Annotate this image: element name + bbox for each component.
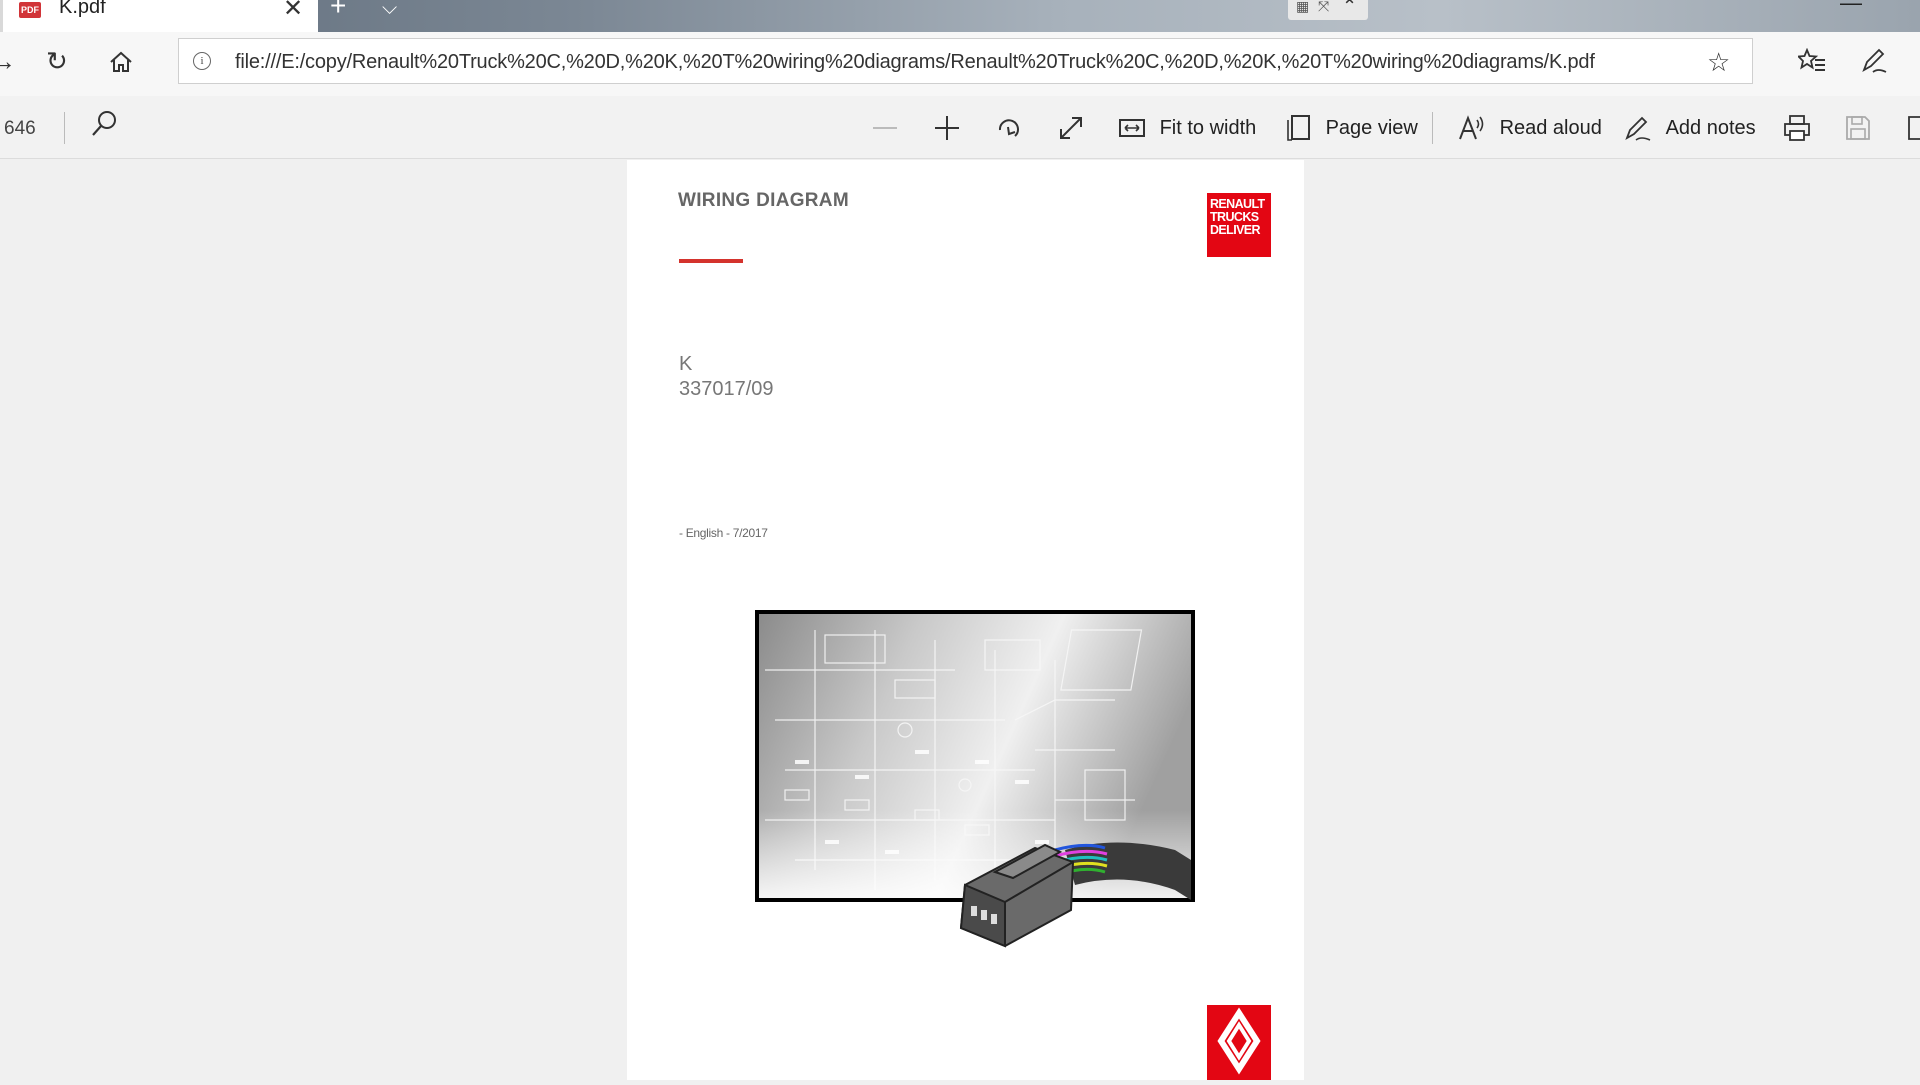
fit-to-width-button[interactable]: Fit to width — [1118, 110, 1256, 144]
add-notes-button[interactable]: Add notes — [1624, 110, 1756, 144]
tab-title: K.pdf — [59, 0, 106, 18]
window-minimize-button[interactable]: — — [1840, 0, 1862, 16]
save-as-icon — [1908, 115, 1920, 140]
page-view-button[interactable]: Page view — [1286, 110, 1418, 144]
grid-icon[interactable]: ▦ — [1296, 0, 1309, 15]
document-model: K — [679, 353, 693, 375]
read-aloud-label: Read aloud — [1499, 116, 1602, 139]
zoom-in-button[interactable] — [932, 110, 962, 144]
document-code: 337017/09 — [679, 378, 774, 400]
print-button[interactable] — [1782, 110, 1812, 144]
toolbar-divider — [64, 112, 65, 144]
browser-tab-active[interactable]: PDF K.pdf ✕ — [0, 0, 318, 32]
fullscreen-button[interactable] — [1056, 110, 1086, 144]
favorite-star-icon[interactable]: ☆ — [1707, 47, 1730, 78]
chevron-up-icon[interactable]: ⌃ — [1342, 0, 1357, 17]
brand-line: DELIVER — [1210, 223, 1261, 237]
fit-width-icon — [1119, 118, 1145, 137]
pdf-page: WIRING DIAGRAM RENAULT TRUCKS DELIVER K … — [627, 160, 1304, 1080]
document-language-date: - English - 7/2017 — [679, 526, 768, 540]
document-title: WIRING DIAGRAM — [678, 190, 849, 211]
home-icon[interactable] — [108, 50, 134, 80]
wiring-diagram-cover-image — [755, 610, 1195, 948]
renault-trucks-deliver-logo: RENAULT TRUCKS DELIVER — [1207, 193, 1271, 257]
read-aloud-button[interactable]: Read aloud — [1458, 110, 1602, 144]
chevron-down-icon[interactable]: ⌵ — [382, 0, 397, 22]
close-icon[interactable]: ✕ — [283, 0, 303, 23]
tab-strip: PDF K.pdf ✕ + ⌵ ▦ ⤧ ⌃ — — [0, 0, 1920, 32]
title-accent-line — [679, 259, 743, 263]
add-notes-icon — [1625, 116, 1651, 141]
plus-icon — [935, 115, 959, 140]
read-aloud-icon — [1459, 114, 1484, 140]
info-icon[interactable]: i — [193, 52, 211, 70]
save-button[interactable] — [1844, 110, 1872, 144]
save-icon — [1846, 115, 1870, 140]
rotate-icon — [998, 119, 1019, 137]
save-as-button[interactable] — [1906, 110, 1920, 144]
forward-icon[interactable]: → — [0, 46, 16, 76]
search-icon[interactable] — [88, 108, 120, 140]
toolbar-divider — [1432, 112, 1433, 144]
navigation-bar: → ↻ i file:///E:/copy/Renault%20Truck%20… — [0, 32, 1920, 96]
pen-icon[interactable] — [1860, 48, 1888, 80]
add-notes-label: Add notes — [1665, 116, 1756, 139]
tab-preview-controls: ▦ ⤧ ⌃ — [1288, 0, 1368, 20]
pdf-toolbar: 646 Fit to width Page view Read aloud Ad… — [0, 96, 1920, 159]
new-tab-button[interactable]: + — [330, 0, 346, 20]
print-icon — [1784, 114, 1810, 141]
page-view-label: Page view — [1325, 116, 1418, 139]
pdf-icon: PDF — [19, 2, 41, 18]
favorites-list-icon[interactable] — [1796, 47, 1826, 80]
fit-to-width-label: Fit to width — [1159, 116, 1257, 139]
expand-icon[interactable]: ⤧ — [1318, 0, 1329, 15]
renault-logo — [1207, 1005, 1271, 1080]
renault-diamond-icon — [1217, 1007, 1261, 1075]
refresh-icon[interactable]: ↻ — [46, 46, 68, 76]
address-bar[interactable]: i file:///E:/copy/Renault%20Truck%20C,%2… — [178, 38, 1753, 84]
page-view-icon — [1287, 114, 1310, 141]
address-url[interactable]: file:///E:/copy/Renault%20Truck%20C,%20D… — [235, 51, 1595, 74]
zoom-out-button[interactable] — [870, 110, 900, 144]
rotate-button[interactable] — [994, 110, 1024, 144]
fullscreen-icon — [1060, 116, 1082, 139]
page-count: 646 — [4, 118, 36, 139]
